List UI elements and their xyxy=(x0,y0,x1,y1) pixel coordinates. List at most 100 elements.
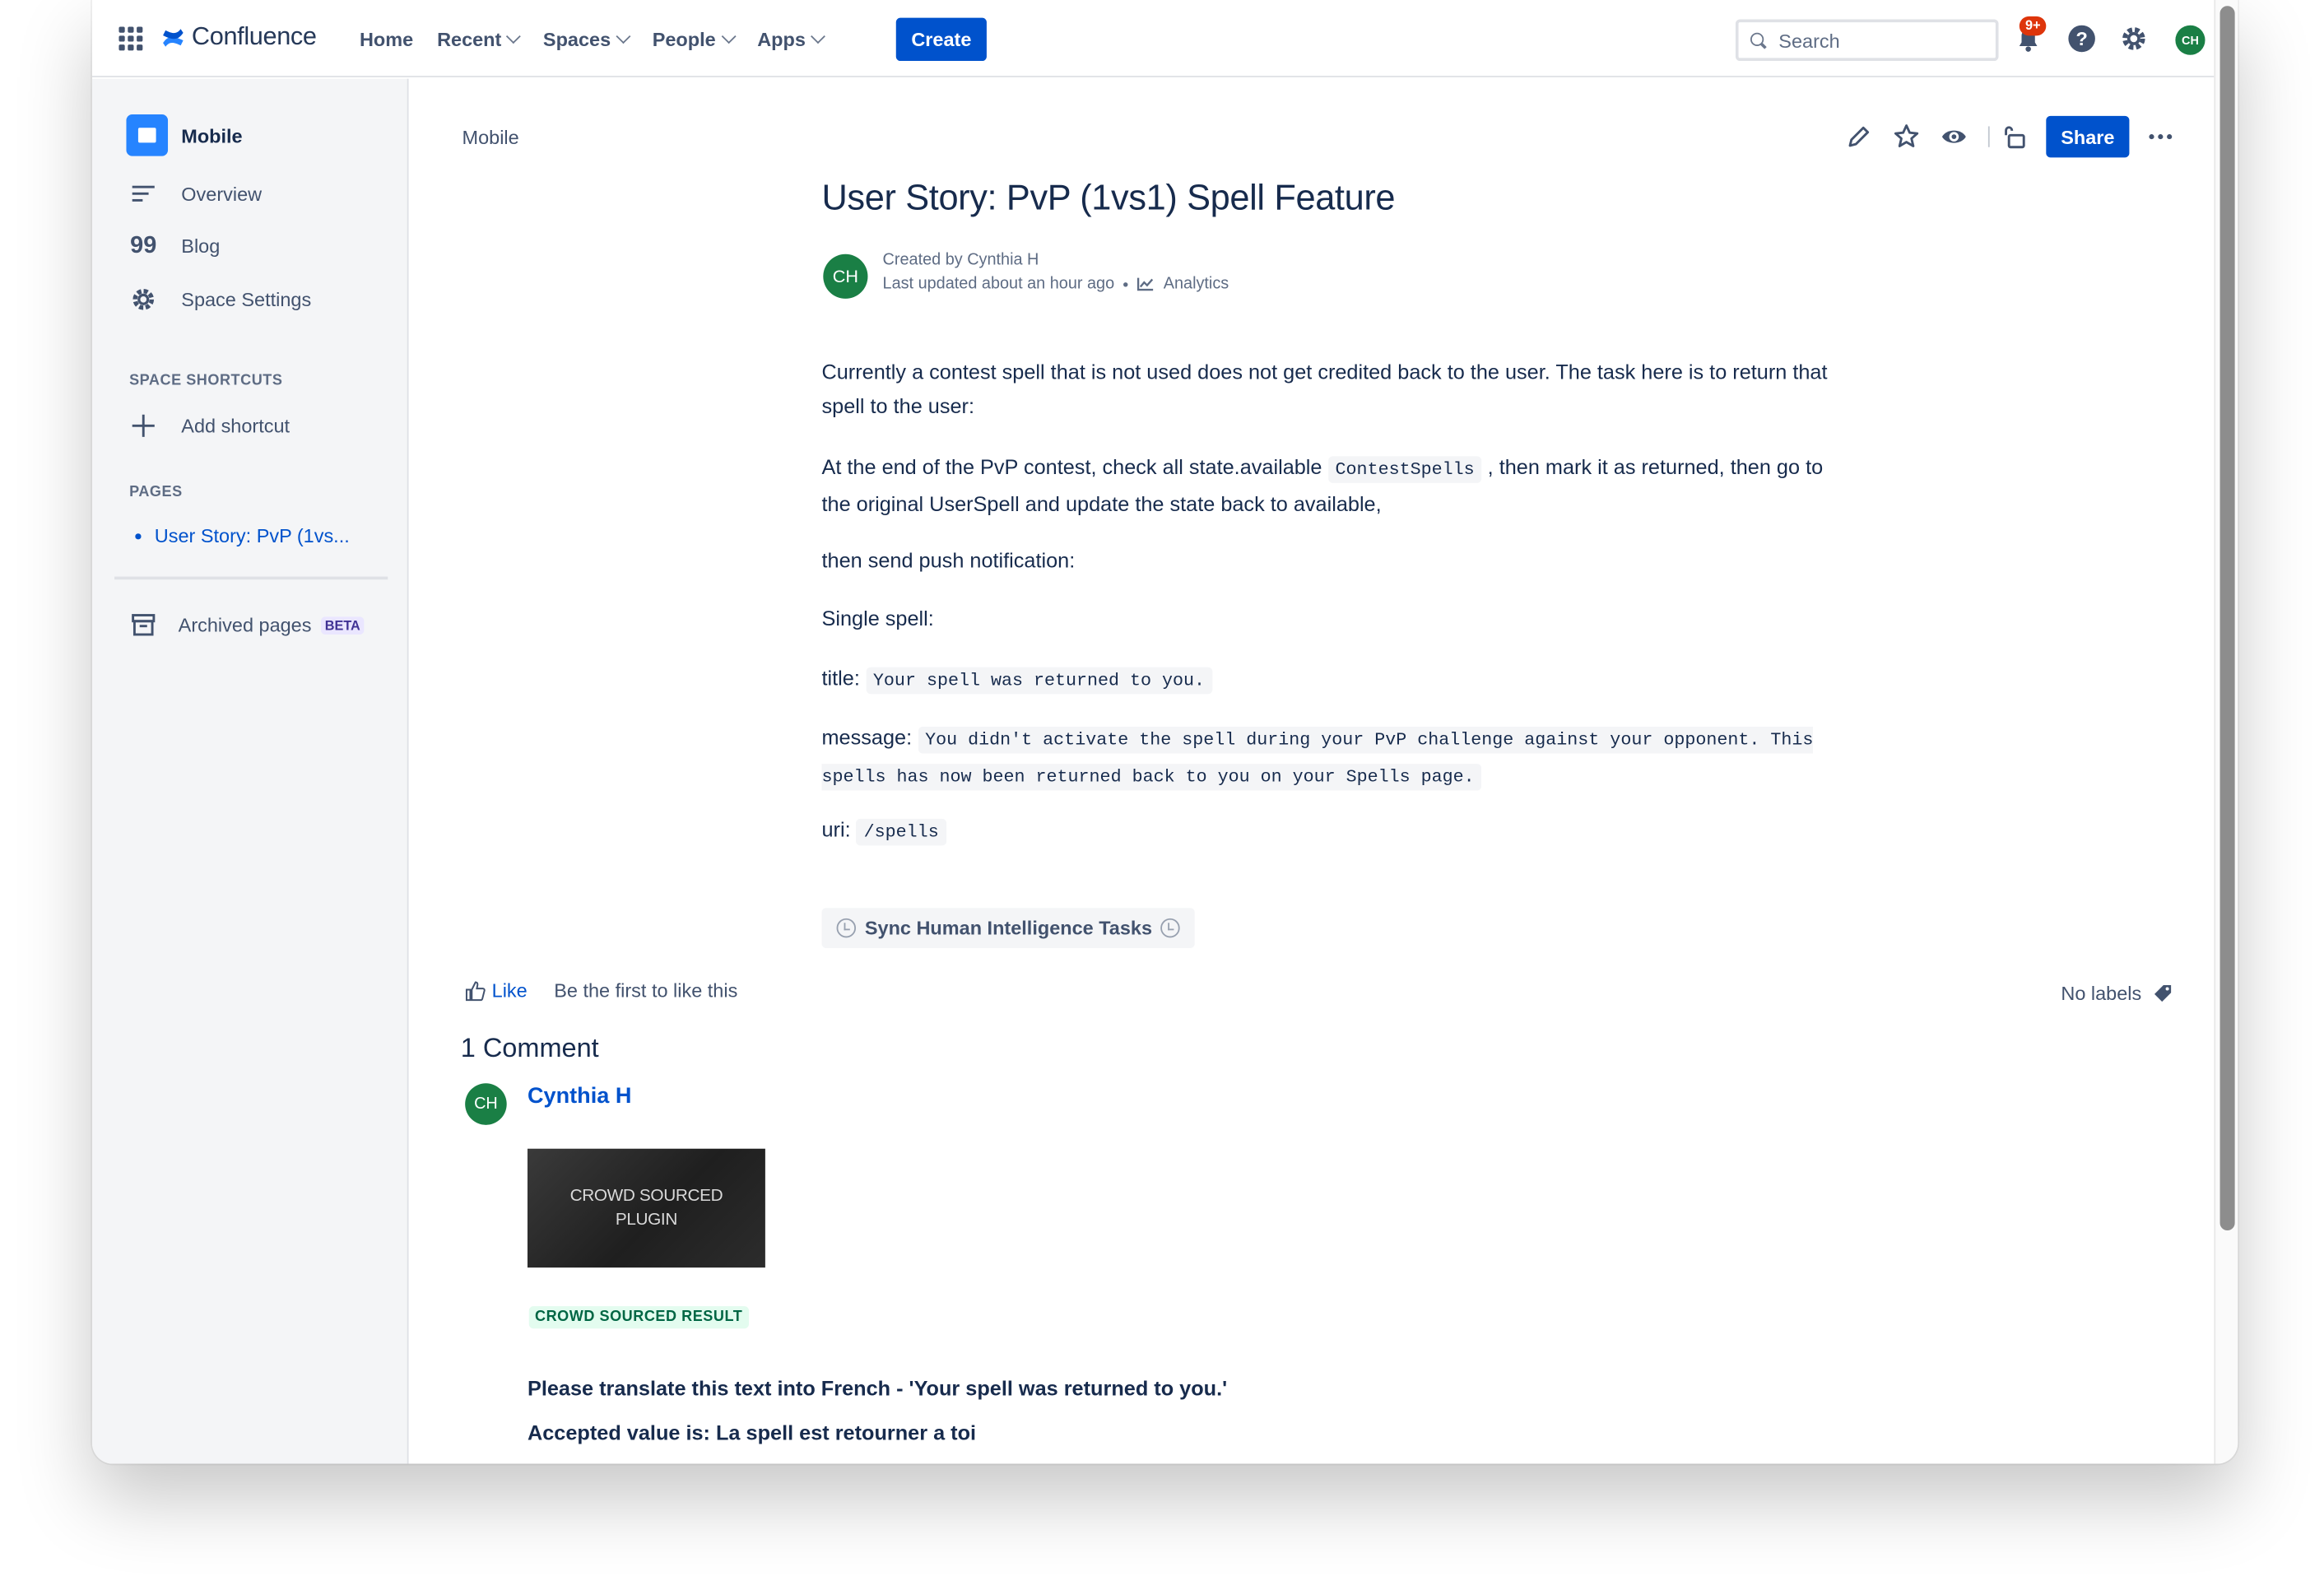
analytics-link[interactable]: Analytics xyxy=(1164,275,1229,293)
chevron-down-icon xyxy=(506,28,522,44)
body-paragraph-single: Single spell: xyxy=(821,606,934,630)
space-logo-icon xyxy=(126,114,169,156)
inline-code: You didn't activate the spell during you… xyxy=(821,726,1814,791)
page-title: User Story: PvP (1vs1) Spell Feature xyxy=(821,178,1396,219)
sidebar-item-label: Space Settings xyxy=(181,288,312,311)
nav-home[interactable]: Home xyxy=(348,15,425,63)
archive-box-icon xyxy=(132,614,156,636)
overview-lines-icon xyxy=(132,185,155,202)
settings-gear-icon[interactable] xyxy=(2117,22,2150,55)
paragraph-text: At the end of the PvP contest, check all… xyxy=(821,454,1322,479)
svg-text:?: ? xyxy=(2075,28,2087,49)
search-placeholder: Search xyxy=(1778,29,1840,52)
labels-area[interactable]: No labels xyxy=(2061,983,2173,1005)
last-updated[interactable]: Last updated about an hour ago xyxy=(883,275,1115,293)
chevron-down-icon xyxy=(811,28,826,44)
comment-text-line: Please translate this text into French -… xyxy=(527,1375,1228,1400)
macro-label: Sync Human Intelligence Tasks xyxy=(864,917,1153,940)
vertical-scrollbar[interactable] xyxy=(2214,0,2238,1464)
body-paragraph-title: title: Your spell was returned to you. xyxy=(821,661,1847,698)
comment-text-line: Accepted value is: La spell est retourne… xyxy=(527,1421,977,1445)
space-sidebar: Mobile Overview 99 Blog Space Settings S… xyxy=(91,78,409,1464)
plus-icon xyxy=(132,414,155,437)
inline-code: /spells xyxy=(856,818,946,846)
toolbar-divider xyxy=(1987,126,1990,147)
nav-home-label: Home xyxy=(359,27,414,50)
message-label: message: xyxy=(821,725,913,750)
comments-heading: 1 Comment xyxy=(460,1032,599,1063)
body-paragraph-contest: At the end of the PvP contest, check all… xyxy=(821,450,1847,522)
body-paragraph-intro: Currently a contest spell that is not us… xyxy=(821,359,1828,418)
space-name: Mobile xyxy=(181,123,243,146)
sidebar-item-blog[interactable]: 99 Blog xyxy=(129,232,220,260)
nav-people-label: People xyxy=(652,27,716,50)
nav-apps[interactable]: Apps xyxy=(746,15,835,63)
like-label: Like xyxy=(491,979,528,1002)
like-row: Like Be the first to like this xyxy=(465,979,737,1002)
search-icon xyxy=(1750,31,1767,49)
nav-recent[interactable]: Recent xyxy=(425,15,532,63)
nav-people[interactable]: People xyxy=(640,15,746,63)
search-input[interactable]: Search xyxy=(1735,19,1999,62)
user-avatar[interactable]: CH xyxy=(2175,25,2205,55)
clock-icon xyxy=(836,918,857,938)
add-shortcut-button[interactable]: Add shortcut xyxy=(129,412,290,439)
confluence-logo-icon xyxy=(163,28,184,46)
page-meta: Last updated about an hour ago Analytics xyxy=(883,275,1229,293)
plugin-image-text: CROWD SOURCED xyxy=(569,1187,723,1206)
nav-spaces[interactable]: Spaces xyxy=(531,15,640,63)
thumbs-up-icon xyxy=(465,980,486,1001)
plugin-image-text: PLUGIN xyxy=(615,1211,678,1230)
analytics-chart-icon xyxy=(1136,277,1154,291)
edit-pencil-icon[interactable] xyxy=(1844,122,1874,151)
tag-icon[interactable] xyxy=(2154,983,2173,1002)
archived-pages-label: Archived pages xyxy=(178,613,312,636)
inline-code: Your spell was returned to you. xyxy=(865,667,1213,695)
notifications-badge: 9+ xyxy=(2019,16,2047,36)
page-tree-item[interactable]: User Story: PvP (1vs... xyxy=(135,524,350,547)
star-icon[interactable] xyxy=(1892,122,1922,151)
confluence-logo[interactable]: Confluence xyxy=(160,22,317,52)
scrollbar-thumb[interactable] xyxy=(2219,6,2235,1231)
author-avatar[interactable]: CH xyxy=(823,253,868,299)
archived-pages-link[interactable]: Archived pages BETA xyxy=(129,611,365,639)
logo-text: Confluence xyxy=(191,22,317,51)
create-button[interactable]: Create xyxy=(895,17,987,62)
inline-code: ContestSpells xyxy=(1327,456,1482,483)
watch-eye-icon[interactable] xyxy=(1939,122,1968,151)
more-actions-icon[interactable] xyxy=(2145,122,2175,151)
space-shortcuts-heading: SPACE SHORTCUTS xyxy=(129,373,283,390)
app-switcher-icon[interactable] xyxy=(119,26,143,51)
body-paragraph-push: then send push notification: xyxy=(821,548,1076,573)
quote-icon: 99 xyxy=(130,232,157,258)
title-label: title: xyxy=(821,665,860,690)
clock-icon xyxy=(1160,918,1181,938)
chevron-down-icon xyxy=(616,28,631,44)
comment-author-avatar[interactable]: CH xyxy=(465,1083,507,1125)
pages-heading: PAGES xyxy=(129,484,183,501)
sync-tasks-macro[interactable]: Sync Human Intelligence Tasks xyxy=(821,908,1196,948)
labels-text: No labels xyxy=(2061,982,2142,1005)
sidebar-item-overview[interactable]: Overview xyxy=(129,179,262,207)
breadcrumb[interactable]: Mobile xyxy=(462,126,519,148)
gear-icon xyxy=(132,289,155,310)
add-shortcut-label: Add shortcut xyxy=(181,414,290,437)
space-header[interactable]: Mobile xyxy=(126,114,243,156)
beta-badge: BETA xyxy=(320,616,365,635)
crowd-sourced-plugin-image: CROWD SOURCED PLUGIN xyxy=(527,1148,765,1268)
like-status-text: Be the first to like this xyxy=(554,979,738,1002)
nav-spaces-label: Spaces xyxy=(542,27,611,50)
share-button[interactable]: Share xyxy=(2046,115,2130,158)
uri-label: uri: xyxy=(821,817,851,841)
like-button[interactable]: Like xyxy=(465,979,528,1002)
sidebar-item-label: Overview xyxy=(181,183,263,206)
body-paragraph-message: message: You didn't activate the spell d… xyxy=(821,721,1862,795)
body-paragraph-uri: uri: /spells xyxy=(821,813,1847,850)
nav-apps-label: Apps xyxy=(757,27,806,50)
restrictions-lock-icon[interactable] xyxy=(2000,122,2029,151)
page-tree-item-label: User Story: PvP (1vs... xyxy=(154,524,350,547)
help-icon[interactable]: ? xyxy=(2066,22,2099,55)
comment-author-name[interactable]: Cynthia H xyxy=(528,1083,631,1109)
sidebar-item-label: Blog xyxy=(181,235,221,258)
sidebar-item-space-settings[interactable]: Space Settings xyxy=(129,286,311,314)
